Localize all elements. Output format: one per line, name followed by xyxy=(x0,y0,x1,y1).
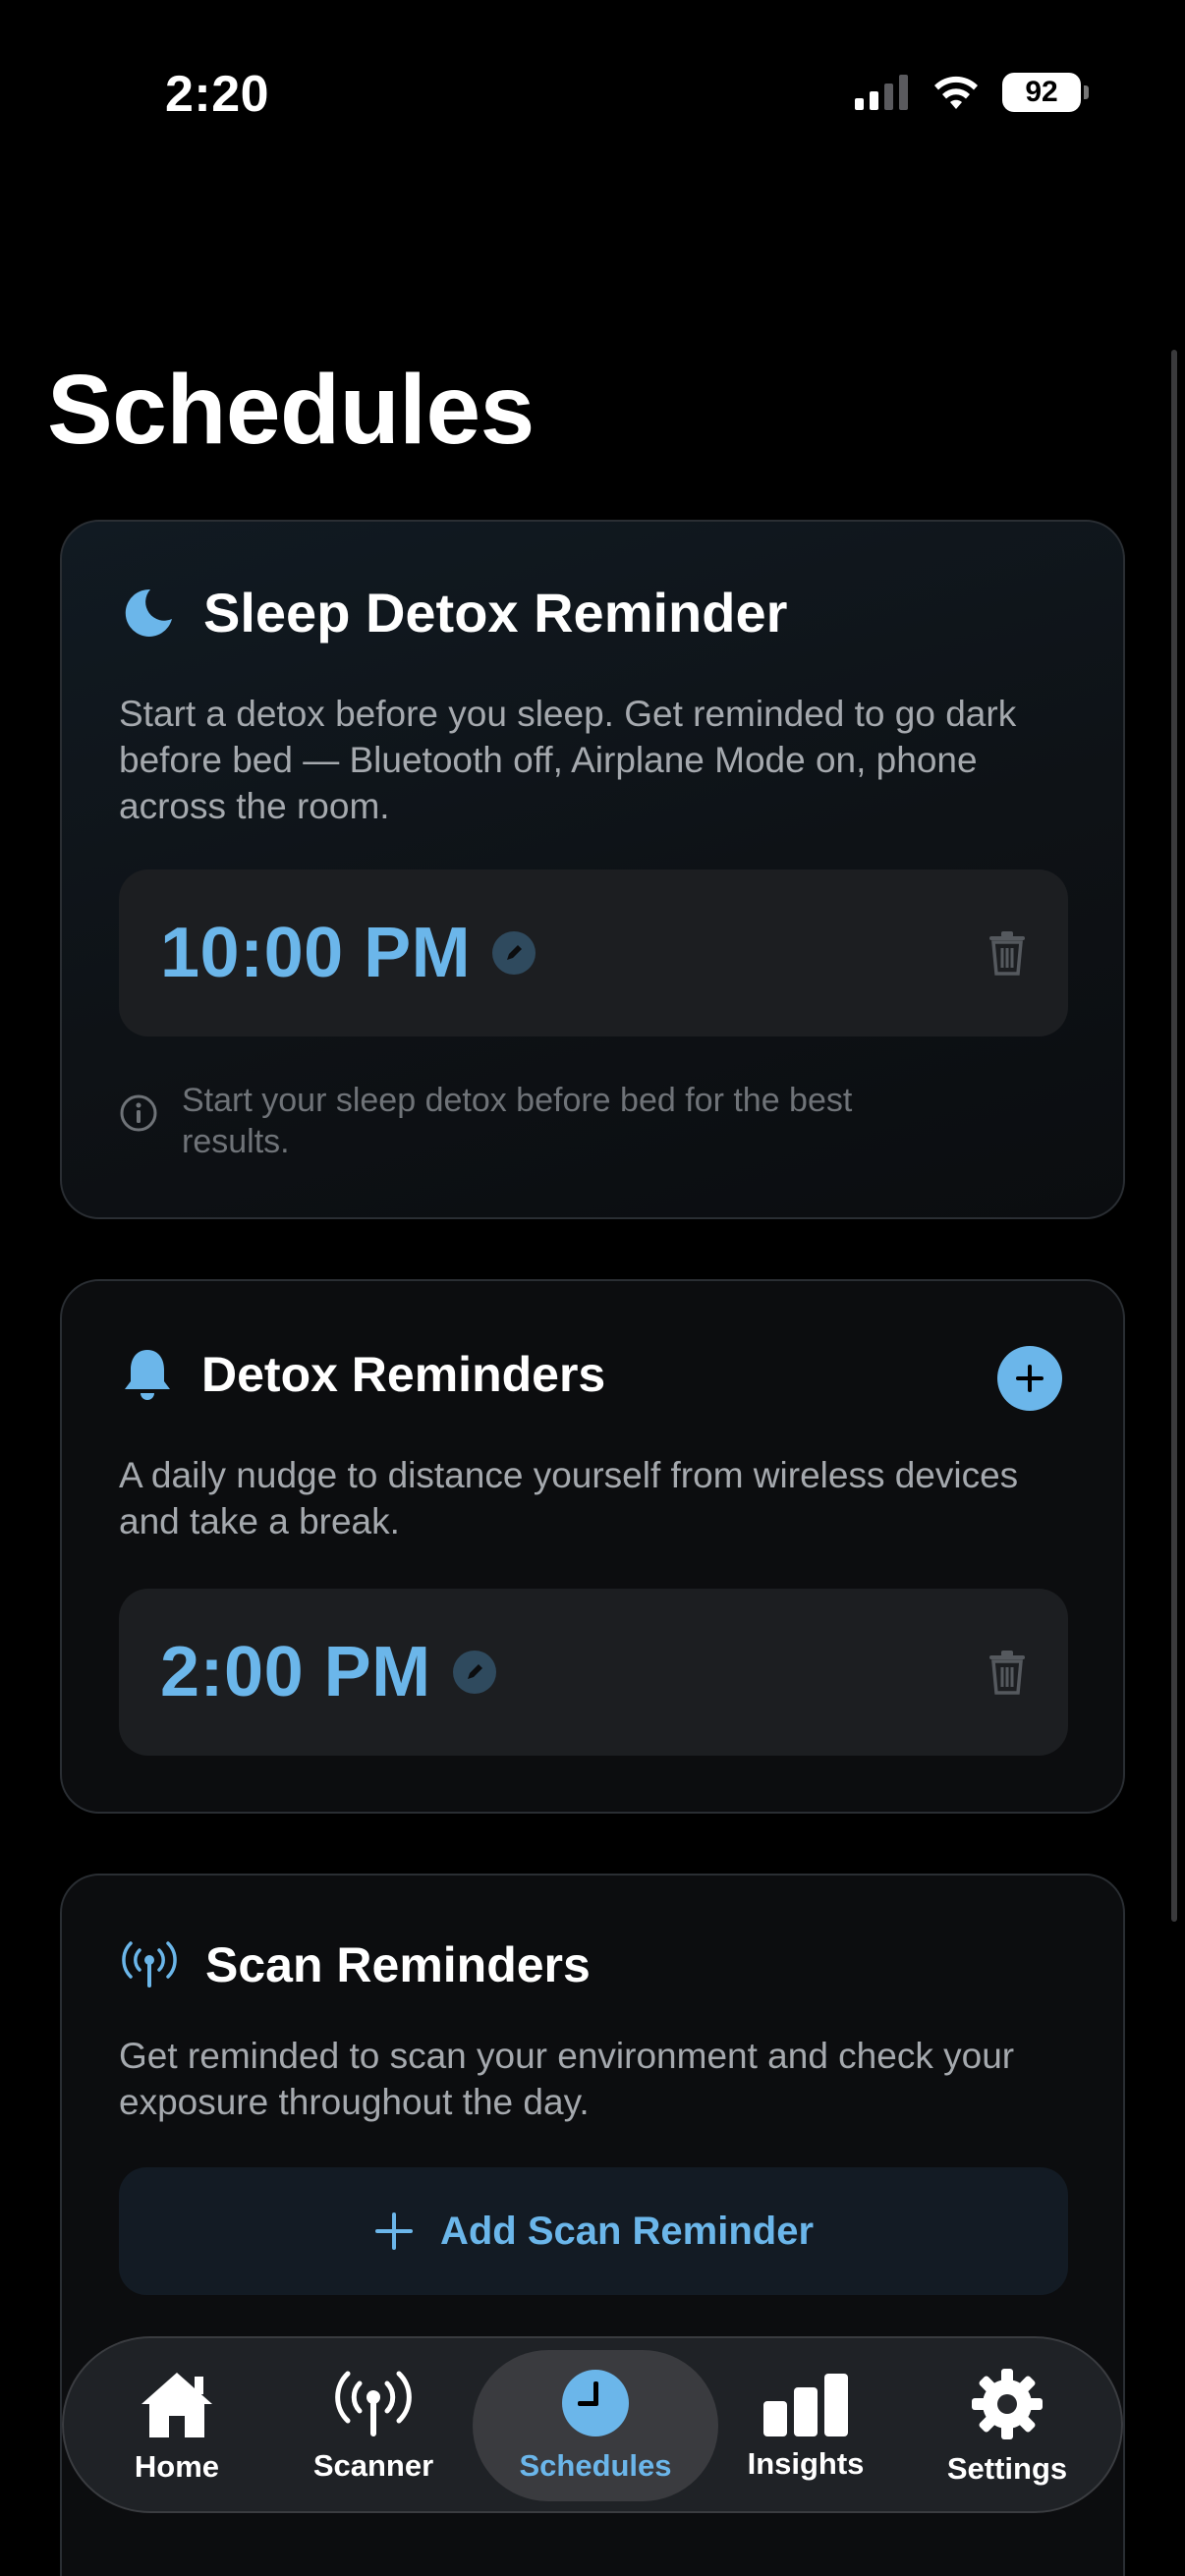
tab-scanner[interactable]: Scanner xyxy=(300,2338,447,2515)
page-title: Schedules xyxy=(47,355,535,465)
bar-chart-icon xyxy=(763,2374,848,2436)
antenna-icon xyxy=(122,1941,177,1988)
detox-reminders-description: A daily nudge to distance yourself from … xyxy=(119,1455,1019,1541)
plus-icon xyxy=(374,2212,413,2250)
cellular-signal-icon xyxy=(855,75,908,110)
scroll-indicator[interactable] xyxy=(1171,350,1177,1922)
battery-indicator: 92 xyxy=(1002,73,1089,112)
detox-time-value: 2:00 PM xyxy=(160,1633,431,1711)
plus-icon xyxy=(1016,1365,1044,1392)
detox-reminders-header: Detox Reminders xyxy=(121,1346,605,1403)
moon-icon xyxy=(125,588,172,637)
trash-icon[interactable] xyxy=(988,1650,1027,1695)
clock-icon xyxy=(562,2370,629,2436)
sleep-info-text: Start your sleep detox before bed for th… xyxy=(182,1082,853,1160)
detox-reminders-title: Detox Reminders xyxy=(201,1347,606,1402)
tab-settings-label: Settings xyxy=(946,2451,1068,2486)
sleep-detox-title: Sleep Detox Reminder xyxy=(203,582,788,644)
tab-bar: Home Scanner Schedules Insights Settings xyxy=(62,2336,1123,2513)
wifi-icon xyxy=(934,76,978,109)
pencil-icon[interactable] xyxy=(492,931,536,975)
scan-reminders-description: Get reminded to scan your environment an… xyxy=(119,2036,1015,2122)
add-detox-reminder-button[interactable] xyxy=(997,1346,1062,1411)
status-icons: 92 xyxy=(855,73,1089,112)
tab-settings[interactable]: Settings xyxy=(929,2338,1086,2515)
tab-schedules[interactable]: Schedules xyxy=(473,2350,718,2501)
sleep-detox-header: Sleep Detox Reminder xyxy=(121,581,787,644)
tab-home-label: Home xyxy=(134,2449,220,2484)
sleep-time-row[interactable]: 10:00 PM xyxy=(119,869,1068,1036)
pencil-icon[interactable] xyxy=(452,1651,496,1694)
detox-reminders-card: Detox Reminders A daily nudge to distanc… xyxy=(60,1279,1125,1814)
detox-time-row[interactable]: 2:00 PM xyxy=(119,1589,1068,1756)
bell-icon xyxy=(125,1350,170,1400)
add-scan-reminder-label: Add Scan Reminder xyxy=(439,2209,815,2253)
status-bar: 2:20 92 xyxy=(0,0,1185,187)
tab-scanner-label: Scanner xyxy=(312,2448,434,2483)
tab-insights[interactable]: Insights xyxy=(732,2338,879,2515)
sleep-detox-description: Start a detox before you sleep. Get remi… xyxy=(119,694,1017,826)
house-icon xyxy=(141,2373,212,2437)
gear-icon xyxy=(972,2369,1043,2439)
detox-time[interactable]: 2:00 PM xyxy=(160,1632,496,1712)
sleep-info-row: Start your sleep detox before bed for th… xyxy=(119,1080,889,1162)
status-time: 2:20 xyxy=(165,66,270,123)
trash-icon[interactable] xyxy=(988,930,1027,976)
sleep-time[interactable]: 10:00 PM xyxy=(160,913,536,993)
scan-reminders-header: Scan Reminders xyxy=(121,1936,591,1993)
tab-home[interactable]: Home xyxy=(103,2338,251,2515)
tab-insights-label: Insights xyxy=(747,2446,865,2481)
sleep-time-value: 10:00 PM xyxy=(160,914,472,992)
antenna-icon xyxy=(335,2371,412,2436)
scan-reminders-title: Scan Reminders xyxy=(205,1937,591,1992)
sleep-detox-card: Sleep Detox Reminder Start a detox befor… xyxy=(60,520,1125,1219)
battery-level: 92 xyxy=(1025,76,1058,108)
add-scan-reminder-button[interactable]: Add Scan Reminder xyxy=(119,2167,1068,2295)
info-icon xyxy=(120,1094,157,1132)
tab-schedules-label: Schedules xyxy=(519,2448,672,2483)
